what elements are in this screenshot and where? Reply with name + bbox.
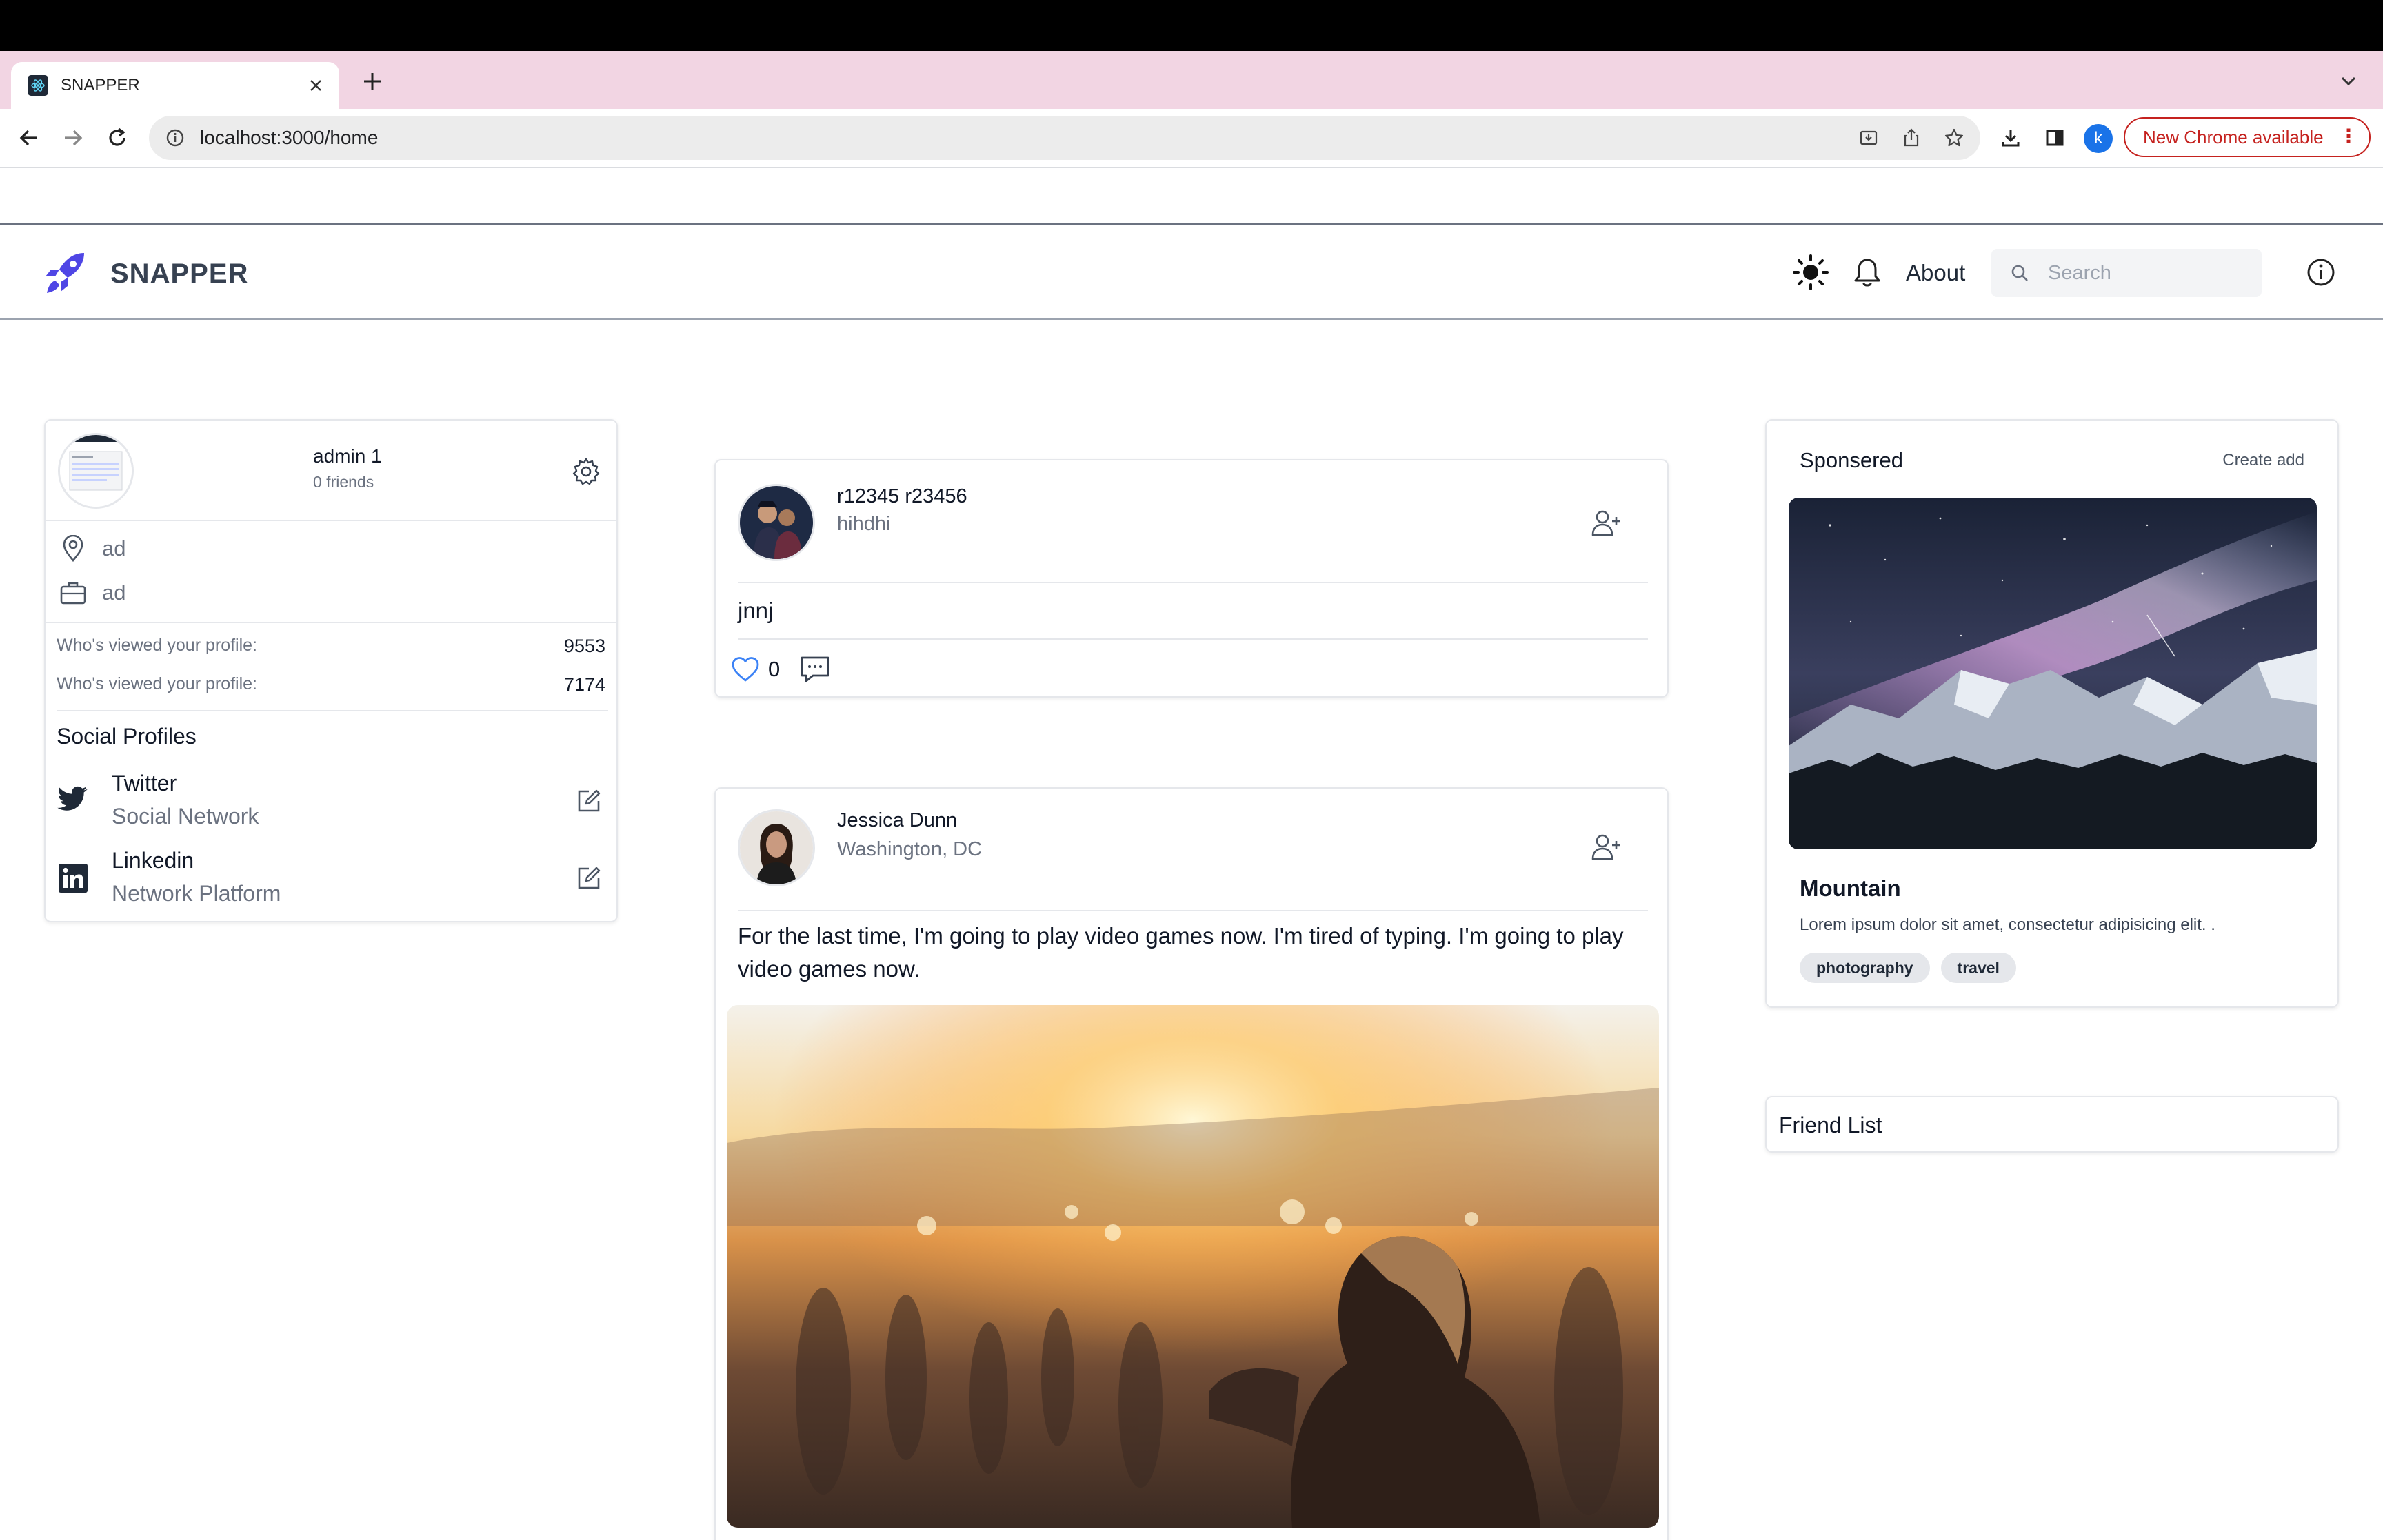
stat-value: 9553 <box>563 636 605 656</box>
like-count: 0 <box>768 657 781 681</box>
comment-icon[interactable] <box>798 652 832 687</box>
social-name-twitter[interactable]: Twitter <box>112 771 177 796</box>
occupation-text: ad <box>102 580 126 605</box>
friend-list-card: Friend List <box>1765 1096 2339 1153</box>
browser-tab[interactable]: SNAPPER <box>11 62 339 109</box>
close-tab-icon[interactable] <box>302 72 330 99</box>
search-icon <box>2009 263 2030 283</box>
profile-card: admin 1 0 friends ad ad Who's viewed you… <box>44 419 618 922</box>
back-arrow-icon[interactable] <box>10 119 48 157</box>
ad-tags: photography travel <box>1800 953 2016 983</box>
post-text: For the last time, I'm going to play vid… <box>738 923 1624 982</box>
social-profiles-title: Social Profiles <box>57 724 197 749</box>
tab-search-chevron-icon[interactable] <box>2333 66 2364 97</box>
chrome-update-button[interactable]: New Chrome available ⋮ <box>2124 117 2371 157</box>
new-tab-icon[interactable] <box>357 66 388 97</box>
sponsored-image[interactable] <box>1789 498 2317 849</box>
divider <box>46 520 616 521</box>
stat-value: 7174 <box>563 674 605 695</box>
location-row: ad <box>58 534 125 564</box>
stat-label: Who's viewed your profile: <box>57 674 258 693</box>
divider <box>57 710 608 711</box>
url-text[interactable]: localhost:3000/home <box>200 127 1852 149</box>
friends-count: 0 friends <box>313 473 374 491</box>
downloads-icon[interactable] <box>1991 119 2030 157</box>
divider <box>738 638 1648 640</box>
bookmark-star-icon[interactable] <box>1938 121 1971 154</box>
create-ad-link[interactable]: Create add <box>2222 451 2304 470</box>
share-icon[interactable] <box>1895 121 1928 154</box>
side-panel-icon[interactable] <box>2035 119 2074 157</box>
address-bar[interactable]: localhost:3000/home <box>149 116 1980 160</box>
post-author-location: Washington, DC <box>837 838 983 860</box>
edit-twitter-icon[interactable] <box>572 784 605 818</box>
site-info-icon[interactable] <box>164 127 186 149</box>
react-favicon-icon <box>28 75 48 96</box>
notification-bell-icon[interactable] <box>1847 252 1888 293</box>
divider <box>738 910 1648 911</box>
post-image[interactable] <box>727 1005 1659 1528</box>
ad-name[interactable]: Mountain <box>1800 875 1901 902</box>
ad-tag[interactable]: photography <box>1800 953 1930 983</box>
profile-name[interactable]: admin 1 <box>313 445 382 467</box>
post-text: jnnj <box>738 598 774 623</box>
social-sub-linkedin: Network Platform <box>112 881 281 906</box>
install-app-icon[interactable] <box>1852 121 1885 154</box>
twitter-icon <box>57 783 90 816</box>
app-header: SNAPPER About <box>0 223 2383 320</box>
about-link[interactable]: About <box>1906 260 1965 286</box>
chrome-divider <box>0 167 2383 168</box>
rocket-logo-icon[interactable] <box>41 250 91 296</box>
post-actions: 0 <box>728 652 832 687</box>
divider <box>46 622 616 623</box>
ad-tag[interactable]: travel <box>1940 953 2016 983</box>
location-pin-icon <box>58 534 88 564</box>
theme-sun-icon[interactable] <box>1790 252 1831 293</box>
info-icon[interactable] <box>2300 252 2342 293</box>
tab-title: SNAPPER <box>61 76 140 94</box>
os-menu-bar <box>0 0 2383 51</box>
stat-label: Who's viewed your profile: <box>57 636 258 655</box>
search-bar[interactable] <box>1991 249 2262 297</box>
post-author-avatar[interactable] <box>738 484 815 561</box>
reload-icon[interactable] <box>98 119 137 157</box>
friend-list-title: Friend List <box>1779 1113 1882 1137</box>
brand-name[interactable]: SNAPPER <box>110 259 248 290</box>
occupation-row: ad <box>58 578 125 608</box>
post-author-name[interactable]: Jessica Dunn <box>837 809 957 832</box>
post-author-name[interactable]: r12345 r23456 <box>837 485 967 508</box>
chrome-profile-avatar[interactable]: k <box>2084 124 2113 153</box>
search-input[interactable] <box>2048 261 2255 285</box>
sponsored-card: Sponsered Create add Mountain Lorem ipsu… <box>1765 419 2339 1008</box>
add-friend-icon[interactable] <box>1586 503 1626 543</box>
social-sub-twitter: Social Network <box>112 804 259 829</box>
edit-linkedin-icon[interactable] <box>572 862 605 895</box>
add-friend-icon[interactable] <box>1586 827 1626 867</box>
settings-gear-icon[interactable] <box>570 455 603 488</box>
browser-tab-strip: SNAPPER <box>0 51 2383 109</box>
social-name-linkedin[interactable]: Linkedin <box>112 848 194 873</box>
post-author-location: hihdhi <box>837 513 891 535</box>
briefcase-icon <box>58 578 88 608</box>
ad-description: Lorem ipsum dolor sit amet, consectetur … <box>1800 915 2215 934</box>
forward-arrow-icon[interactable] <box>54 119 92 157</box>
sponsored-title: Sponsered <box>1800 448 1903 472</box>
browser-toolbar: localhost:3000/home k New Chrome availab… <box>0 109 2383 167</box>
like-heart-icon[interactable] <box>728 652 763 687</box>
profile-avatar[interactable] <box>58 433 134 509</box>
location-text: ad <box>102 536 126 560</box>
update-label: New Chrome available <box>2143 126 2324 148</box>
post-card: r12345 r23456 hihdhi jnnj 0 <box>714 459 1669 698</box>
divider <box>738 582 1648 583</box>
post-card: Jessica Dunn Washington, DC For the last… <box>714 787 1669 1540</box>
linkedin-icon <box>57 862 90 895</box>
post-author-avatar[interactable] <box>738 809 815 886</box>
kebab-menu-icon[interactable]: ⋮ <box>2339 127 2358 146</box>
